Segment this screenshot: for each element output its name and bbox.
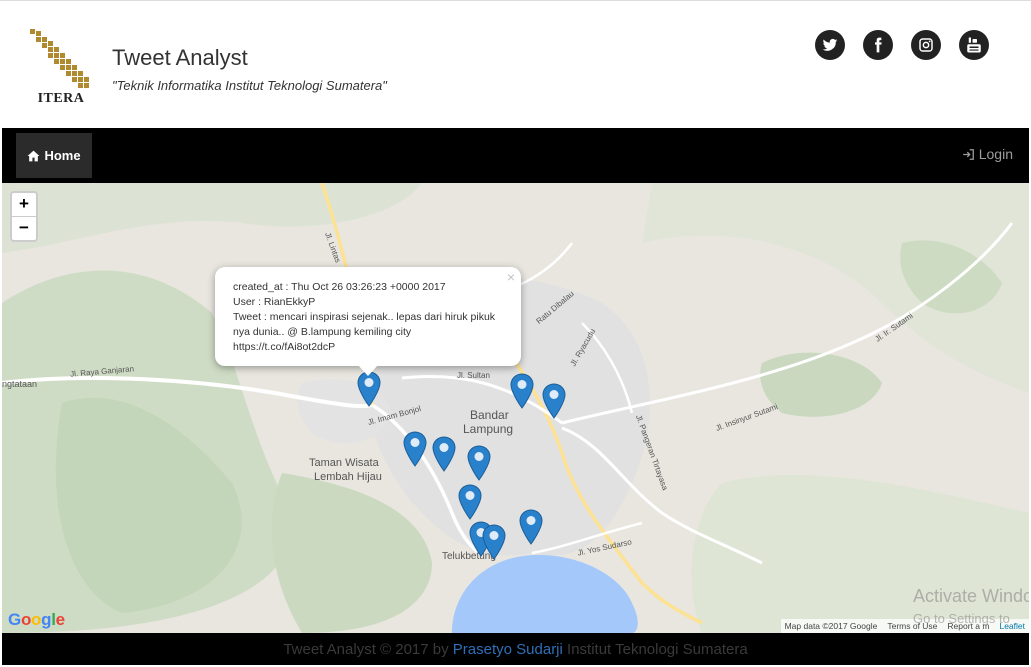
popup-created-at: created_at : Thu Oct 26 03:26:23 +0000 2… xyxy=(233,281,446,293)
google-logo: Google xyxy=(8,610,65,629)
popup-close-button[interactable]: × xyxy=(507,270,515,285)
map-marker[interactable] xyxy=(432,436,456,472)
popup-tweet-line1: Tweet : mencari inspirasi sejenak.. lepa… xyxy=(233,311,496,323)
map-label-town: ngtataan xyxy=(2,379,38,389)
map-label-road3: Jl. Sultan xyxy=(457,371,490,380)
instagram-icon[interactable] xyxy=(911,30,941,60)
site-subtitle: "Teknik Informatika Institut Teknologi S… xyxy=(112,78,387,93)
activate-windows-title: Activate Windows xyxy=(913,586,1029,606)
nav-login-link[interactable]: Login xyxy=(961,146,1013,162)
map-label-city: Bandar xyxy=(470,408,509,422)
login-icon xyxy=(962,148,974,160)
nav-home-label: Home xyxy=(44,148,81,163)
map-data-text: Map data ©2017 Google xyxy=(784,621,878,631)
main-navbar: Home Login xyxy=(2,128,1029,183)
zoom-in-button[interactable]: + xyxy=(12,193,36,217)
zoom-control: + − xyxy=(10,191,38,242)
itera-logo: ITERA xyxy=(28,27,94,107)
map-marker[interactable] xyxy=(357,371,381,407)
popup-user: User : RianEkkyP xyxy=(233,296,316,308)
nav-home-link[interactable]: Home xyxy=(16,133,92,178)
page-footer: Tweet Analyst © 2017 by Prasetyo Sudarji… xyxy=(2,633,1029,665)
map-marker[interactable] xyxy=(510,373,534,409)
page-header: ITERA Tweet Analyst "Teknik Informatika … xyxy=(0,0,1031,128)
zoom-out-button[interactable]: − xyxy=(12,217,36,240)
map-marker[interactable] xyxy=(482,524,506,560)
logo-text: ITERA xyxy=(37,91,85,106)
facebook-icon[interactable] xyxy=(863,30,893,60)
tweet-popup: × created_at : Thu Oct 26 03:26:23 +0000… xyxy=(215,267,521,376)
map-marker[interactable] xyxy=(542,383,566,419)
map-label-city2: Lampung xyxy=(463,422,514,436)
map-view[interactable]: Bandar Lampung Taman Wisata Lembah Hijau… xyxy=(2,183,1029,633)
twitter-icon[interactable] xyxy=(815,30,845,60)
map-marker[interactable] xyxy=(467,445,491,481)
map-label-park2: Lembah Hijau xyxy=(314,471,382,483)
map-marker[interactable] xyxy=(519,509,543,545)
map-marker[interactable] xyxy=(458,484,482,520)
site-title: Tweet Analyst xyxy=(112,45,248,70)
footer-prefix: Tweet Analyst © 2017 by xyxy=(283,641,453,658)
activate-windows-subtitle: Go to Settings to xyxy=(913,611,1010,626)
footer-author-link[interactable]: Prasetyo Sudarji xyxy=(453,641,563,658)
nav-login-label: Login xyxy=(978,146,1013,162)
youtube-icon[interactable] xyxy=(959,30,989,60)
home-icon xyxy=(27,150,40,161)
popup-tip xyxy=(358,365,378,376)
popup-tweet-line2: nya dunia.. @ B.lampung kemiling city xyxy=(233,326,412,338)
map-marker[interactable] xyxy=(403,431,427,467)
footer-suffix: Institut Teknologi Sumatera xyxy=(562,641,748,658)
map-label-park: Taman Wisata xyxy=(309,457,379,469)
popup-tweet-link[interactable]: https://t.co/fAi8ot2dcP xyxy=(233,340,509,355)
